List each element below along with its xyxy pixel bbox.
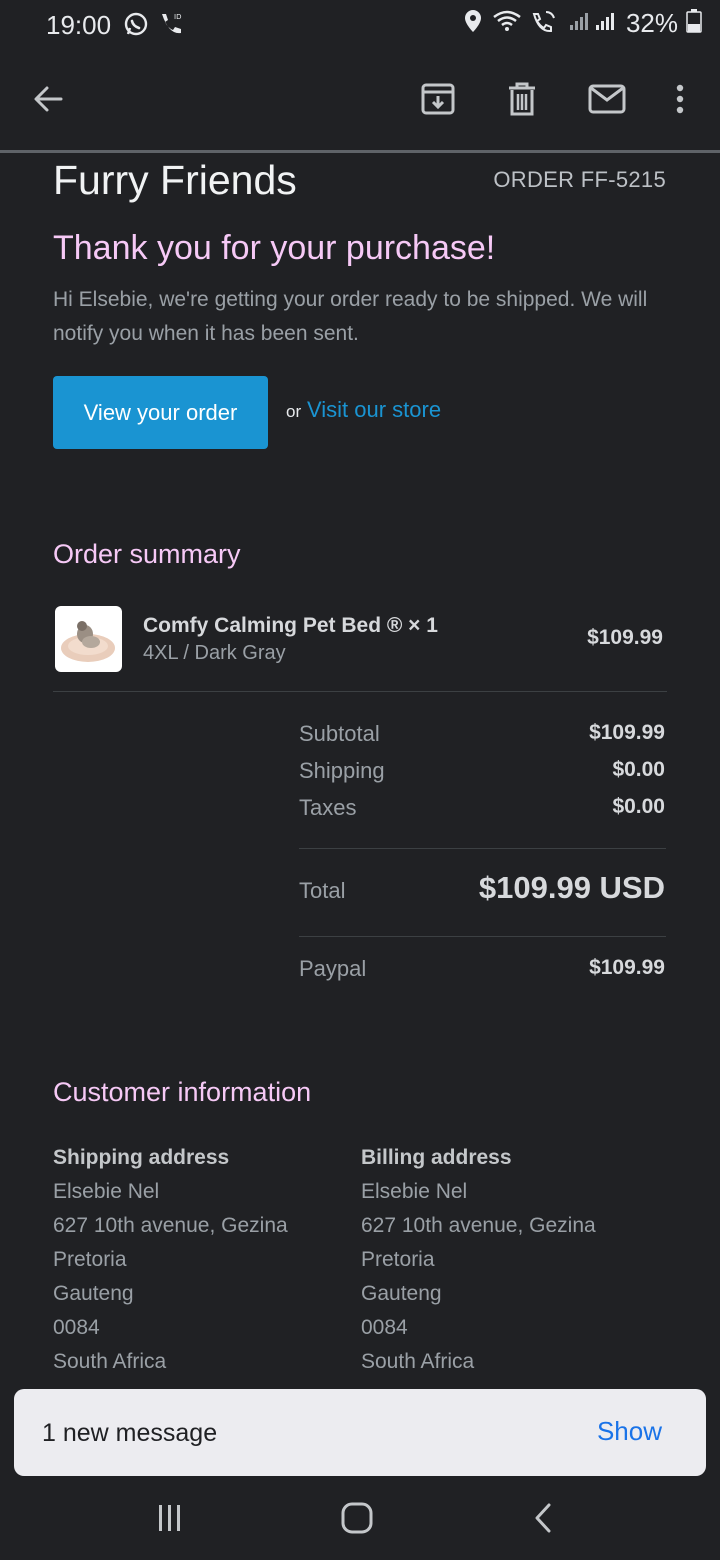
archive-button[interactable] (414, 77, 462, 125)
divider (299, 936, 666, 937)
archive-icon (420, 81, 456, 122)
recents-icon (155, 1503, 185, 1538)
email-body: Furry Friends ORDER FF-5215 Thank you fo… (0, 153, 720, 1390)
or-text: or (286, 402, 302, 421)
divider (53, 691, 667, 692)
home-icon (340, 1501, 374, 1540)
payment-method-label: Paypal (299, 956, 367, 981)
signal-icon (568, 8, 618, 39)
address-line: 627 10th avenue, Gezina (361, 1214, 596, 1237)
visit-store-link[interactable]: Visit our store (307, 397, 441, 423)
address-line: Elsebie Nel (53, 1180, 160, 1203)
address-line: 0084 (361, 1316, 408, 1339)
billing-address-heading: Billing address (361, 1146, 512, 1169)
address-line: Pretoria (361, 1248, 435, 1271)
system-back-button[interactable] (514, 1498, 574, 1542)
address-line: Gauteng (53, 1282, 134, 1305)
taxes-label: Taxes (299, 795, 357, 820)
system-nav-bar (0, 1476, 720, 1560)
view-order-button[interactable]: View your order (53, 376, 268, 449)
shipping-address-heading: Shipping address (53, 1146, 230, 1169)
subtotal-value: $109.99 (589, 721, 665, 744)
new-message-snackbar: 1 new message Show (14, 1389, 706, 1476)
address-line: South Africa (361, 1350, 475, 1373)
status-bar: 19:00 ID 32% (0, 0, 720, 52)
recent-apps-button[interactable] (140, 1498, 200, 1542)
order-summary-heading: Order summary (53, 539, 241, 569)
taxes-value: $0.00 (612, 795, 665, 818)
arrow-back-icon (31, 82, 65, 121)
address-line: Pretoria (53, 1248, 127, 1271)
shipping-label: Shipping (299, 758, 385, 783)
more-options-button[interactable] (656, 77, 704, 125)
address-line: 627 10th avenue, Gezina (53, 1214, 288, 1237)
item-price: $109.99 (587, 626, 663, 649)
shipping-address: Shipping address Elsebie Nel 627 10th av… (53, 1141, 288, 1379)
show-button[interactable]: Show (597, 1416, 662, 1447)
svg-text:ID: ID (174, 13, 181, 21)
delete-icon (504, 81, 540, 122)
wifi-icon (492, 8, 522, 39)
call-id-icon: ID (156, 10, 186, 43)
email-heading: Thank you for your purchase! (53, 229, 496, 267)
address-line: 0084 (53, 1316, 100, 1339)
email-toolbar (0, 52, 720, 150)
item-name: Comfy Calming Pet Bed ® × 1 (143, 614, 438, 637)
divider (299, 848, 666, 849)
total-label: Total (299, 878, 346, 903)
whatsapp-icon (122, 10, 150, 43)
mail-icon (588, 83, 626, 120)
home-button[interactable] (327, 1498, 387, 1542)
address-line: South Africa (53, 1350, 167, 1373)
more-vert-icon (675, 83, 685, 120)
delete-button[interactable] (498, 77, 546, 125)
order-number: ORDER FF-5215 (493, 167, 666, 192)
chevron-left-icon (532, 1502, 556, 1539)
status-time: 19:00 (46, 10, 112, 40)
location-icon (462, 8, 484, 39)
mark-unread-button[interactable] (583, 77, 631, 125)
address-line: Elsebie Nel (361, 1180, 468, 1203)
greeting-text: Hi Elsebie, we're getting your order rea… (53, 288, 648, 345)
snackbar-message: 1 new message (42, 1419, 218, 1447)
shipping-value: $0.00 (612, 758, 665, 781)
address-line: Gauteng (361, 1282, 442, 1305)
product-image (55, 606, 122, 672)
billing-address: Billing address Elsebie Nel 627 10th ave… (361, 1141, 596, 1379)
battery-percent: 32% (625, 8, 678, 38)
subtotal-label: Subtotal (299, 721, 380, 746)
shop-name: Furry Friends (53, 157, 297, 203)
customer-info-heading: Customer information (53, 1077, 312, 1107)
battery-icon (686, 8, 702, 39)
back-button[interactable] (24, 77, 72, 125)
payment-value: $109.99 (589, 956, 665, 979)
item-variant: 4XL / Dark Gray (143, 642, 286, 664)
total-value: $109.99 USD (478, 870, 665, 905)
wifi-call-icon (530, 8, 560, 39)
